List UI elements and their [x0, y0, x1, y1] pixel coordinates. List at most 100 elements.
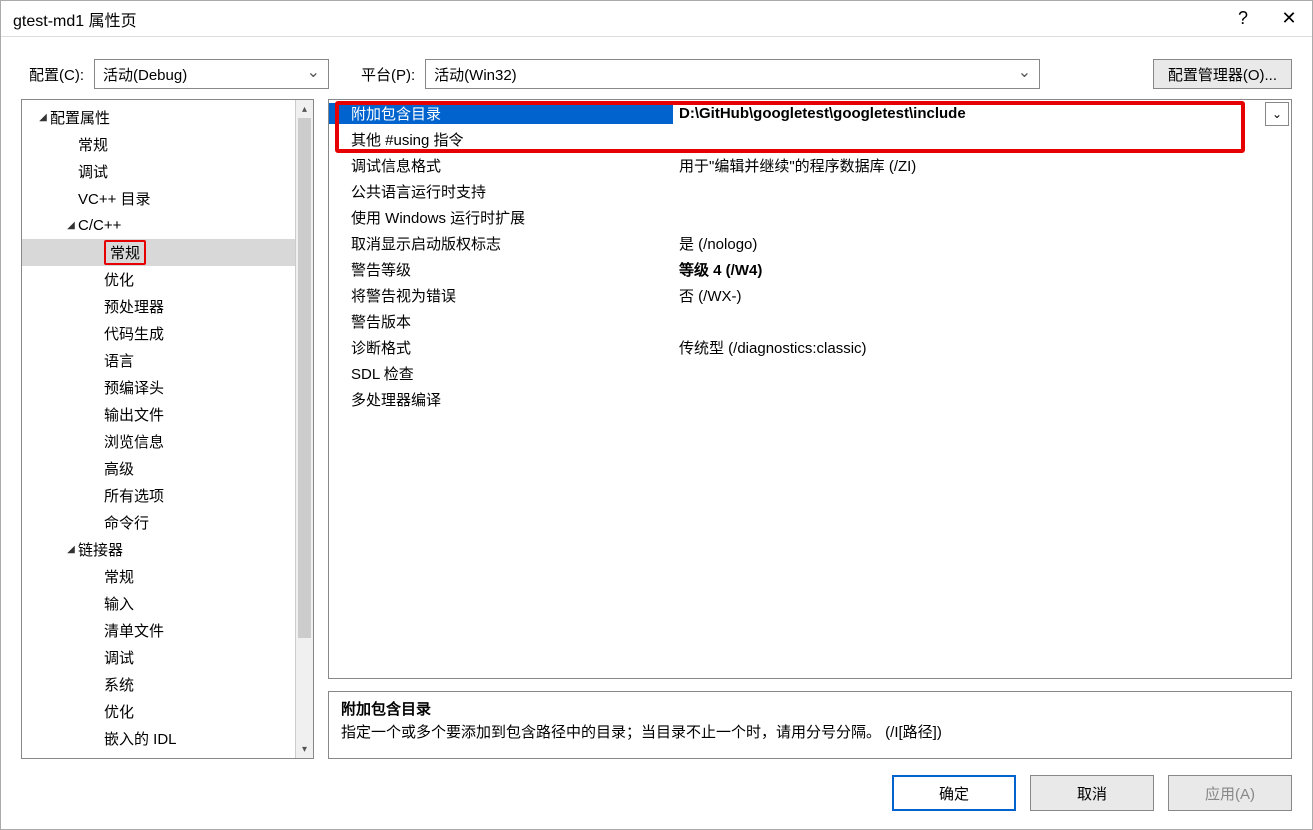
property-row[interactable]: 附加包含目录D:\GitHub\googletest\googletest\in… — [329, 100, 1291, 126]
tree-item[interactable]: 预处理器 — [22, 293, 295, 320]
config-label: 配置(C): — [29, 64, 84, 85]
property-row[interactable]: 调试信息格式用于"编辑并继续"的程序数据库 (/ZI) — [329, 152, 1291, 178]
tree-item[interactable]: ◢C/C++ — [22, 212, 295, 239]
tree-item-label: C/C++ — [78, 217, 121, 234]
property-value: 是 (/nologo) — [673, 233, 1291, 254]
expand-arrow-icon: ◢ — [64, 544, 78, 555]
tree-item-label: 配置属性 — [50, 107, 110, 128]
property-value: D:\GitHub\googletest\googletest\include — [673, 105, 1291, 122]
tree-item[interactable]: 调试 — [22, 158, 295, 185]
property-label: 其他 #using 指令 — [329, 129, 673, 150]
tree-item-label: 调试 — [78, 161, 108, 182]
tree-item-label: 命令行 — [104, 512, 149, 533]
platform-combo[interactable]: 活动(Win32) — [425, 59, 1040, 89]
tree-item-label: 优化 — [104, 701, 134, 722]
property-grid: ⌄ 附加包含目录D:\GitHub\googletest\googletest\… — [328, 99, 1292, 679]
tree-item-label: 语言 — [104, 350, 134, 371]
tree-item-label: 预处理器 — [104, 296, 164, 317]
property-label: 警告版本 — [329, 311, 673, 332]
tree-item[interactable]: 优化 — [22, 266, 295, 293]
expand-arrow-icon: ◢ — [64, 220, 78, 231]
property-dialog: gtest-md1 属性页 ? ✕ 配置(C): 活动(Debug) 平台(P)… — [0, 0, 1313, 830]
tree-item[interactable]: ◢配置属性 — [22, 104, 295, 131]
property-label: 公共语言运行时支持 — [329, 181, 673, 202]
tree-item[interactable]: 命令行 — [22, 509, 295, 536]
property-value: 用于"编辑并继续"的程序数据库 (/ZI) — [673, 155, 1291, 176]
tree-item[interactable]: 输入 — [22, 590, 295, 617]
tree-item-label: 代码生成 — [104, 323, 164, 344]
scroll-up-icon[interactable]: ▴ — [296, 100, 313, 118]
property-row[interactable]: 使用 Windows 运行时扩展 — [329, 204, 1291, 230]
tree-item[interactable]: 常规 — [22, 563, 295, 590]
tree-item[interactable]: 预编译头 — [22, 374, 295, 401]
tree-item[interactable]: ◢链接器 — [22, 536, 295, 563]
platform-value: 活动(Win32) — [434, 64, 517, 85]
tree-item-label: 输入 — [104, 593, 134, 614]
property-label: 诊断格式 — [329, 337, 673, 358]
cancel-button[interactable]: 取消 — [1030, 775, 1154, 811]
tree-item[interactable]: 优化 — [22, 698, 295, 725]
property-row[interactable]: 取消显示启动版权标志是 (/nologo) — [329, 230, 1291, 256]
tree-item-label: 链接器 — [78, 539, 123, 560]
tree-item[interactable]: 所有选项 — [22, 482, 295, 509]
property-label: 取消显示启动版权标志 — [329, 233, 673, 254]
tree-item-label: 预编译头 — [104, 377, 164, 398]
tree-scrollbar[interactable]: ▴ ▾ — [295, 100, 313, 758]
expand-arrow-icon: ◢ — [36, 112, 50, 123]
body-area: ◢配置属性常规调试VC++ 目录◢C/C++常规优化预处理器代码生成语言预编译头… — [1, 99, 1312, 775]
property-label: 使用 Windows 运行时扩展 — [329, 207, 673, 228]
property-label: 将警告视为错误 — [329, 285, 673, 306]
tree-item[interactable]: 浏览信息 — [22, 428, 295, 455]
help-icon: ? — [1238, 8, 1248, 29]
tree-item[interactable]: 常规 — [22, 239, 295, 266]
config-combo[interactable]: 活动(Debug) — [94, 59, 329, 89]
property-value: 否 (/WX-) — [673, 285, 1291, 306]
tree-panel: ◢配置属性常规调试VC++ 目录◢C/C++常规优化预处理器代码生成语言预编译头… — [21, 99, 314, 759]
tree-item[interactable]: 常规 — [22, 131, 295, 158]
tree-item[interactable]: 清单文件 — [22, 617, 295, 644]
tree-item[interactable]: 代码生成 — [22, 320, 295, 347]
property-dropdown-button[interactable]: ⌄ — [1265, 102, 1289, 126]
ok-button[interactable]: 确定 — [892, 775, 1016, 811]
property-row[interactable]: 将警告视为错误否 (/WX-) — [329, 282, 1291, 308]
titlebar: gtest-md1 属性页 ? ✕ — [1, 1, 1312, 37]
tree-item[interactable]: 输出文件 — [22, 401, 295, 428]
property-row[interactable]: 公共语言运行时支持 — [329, 178, 1291, 204]
property-row[interactable]: 诊断格式传统型 (/diagnostics:classic) — [329, 334, 1291, 360]
apply-button[interactable]: 应用(A) — [1168, 775, 1292, 811]
tree-item[interactable]: 系统 — [22, 671, 295, 698]
tree-item-label: 常规 — [104, 566, 134, 587]
tree-item-label: VC++ 目录 — [78, 188, 151, 209]
property-value: 传统型 (/diagnostics:classic) — [673, 337, 1291, 358]
tree-item[interactable]: VC++ 目录 — [22, 185, 295, 212]
tree-item-label: 常规 — [78, 134, 108, 155]
tree-item-label: 调试 — [104, 647, 134, 668]
tree-item[interactable]: 调试 — [22, 644, 295, 671]
scroll-down-icon[interactable]: ▾ — [296, 740, 313, 758]
property-row[interactable]: SDL 检查 — [329, 360, 1291, 386]
tree-item-label: 输出文件 — [104, 404, 164, 425]
scroll-thumb[interactable] — [298, 118, 311, 638]
property-row[interactable]: 警告版本 — [329, 308, 1291, 334]
tree-item[interactable]: 嵌入的 IDL — [22, 725, 295, 752]
property-row[interactable]: 警告等级等级 4 (/W4) — [329, 256, 1291, 282]
help-button[interactable]: ? — [1220, 1, 1266, 37]
close-icon: ✕ — [1281, 8, 1296, 29]
property-row[interactable]: 其他 #using 指令 — [329, 126, 1291, 152]
close-button[interactable]: ✕ — [1266, 1, 1312, 37]
property-label: 附加包含目录 — [329, 103, 673, 124]
tree-item-label: 所有选项 — [104, 485, 164, 506]
property-row[interactable]: 多处理器编译 — [329, 386, 1291, 412]
tree-item-label: 浏览信息 — [104, 431, 164, 452]
config-manager-button[interactable]: 配置管理器(O)... — [1153, 59, 1292, 89]
tree-item-label: 优化 — [104, 269, 134, 290]
button-row: 确定 取消 应用(A) — [1, 775, 1312, 829]
config-row: 配置(C): 活动(Debug) 平台(P): 活动(Win32) 配置管理器(… — [1, 37, 1312, 99]
platform-label: 平台(P): — [361, 64, 415, 85]
tree-item[interactable]: 语言 — [22, 347, 295, 374]
tree-item[interactable]: 高级 — [22, 455, 295, 482]
chevron-down-icon: ⌄ — [1272, 107, 1282, 121]
description-panel: 附加包含目录 指定一个或多个要添加到包含路径中的目录；当目录不止一个时，请用分号… — [328, 691, 1292, 759]
tree-scroll[interactable]: ◢配置属性常规调试VC++ 目录◢C/C++常规优化预处理器代码生成语言预编译头… — [22, 100, 295, 758]
description-text: 指定一个或多个要添加到包含路径中的目录；当目录不止一个时，请用分号分隔。 (/I… — [341, 721, 1279, 742]
